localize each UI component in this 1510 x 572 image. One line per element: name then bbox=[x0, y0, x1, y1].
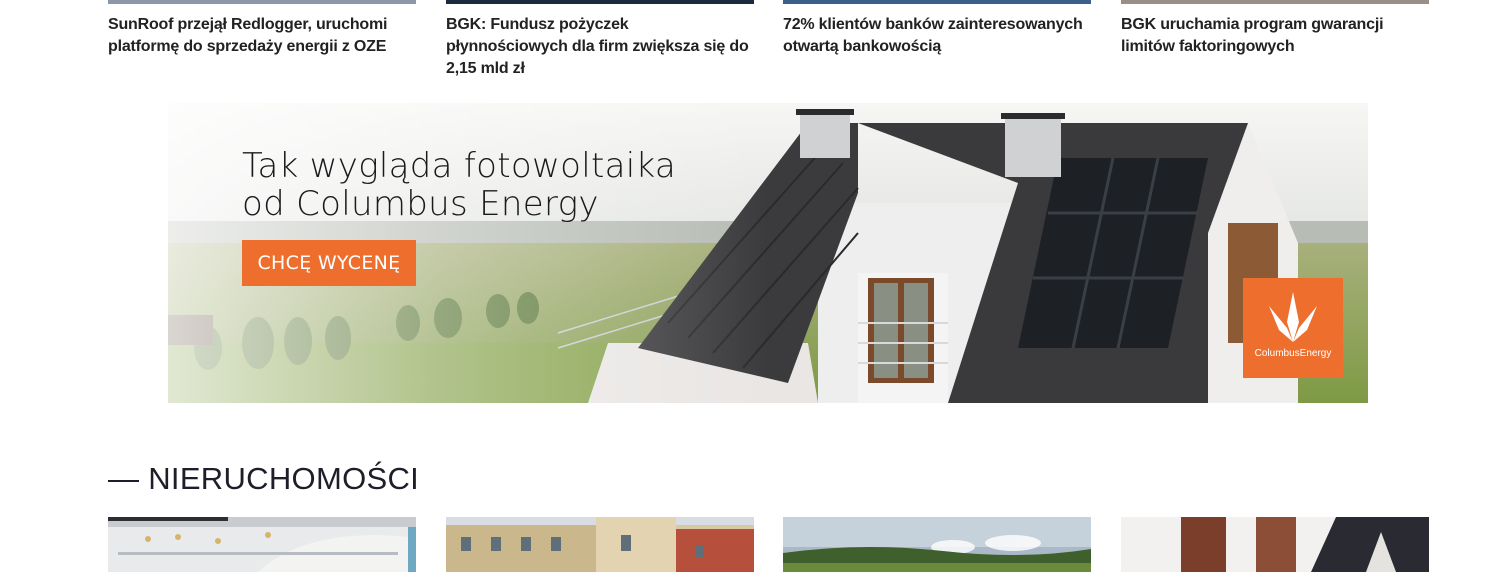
news-card[interactable]: BGK: Fundusz pożyczek płynnościowych dla… bbox=[446, 0, 754, 80]
news-title-link[interactable]: BGK: Fundusz pożyczek płynnościowych dla… bbox=[446, 14, 754, 80]
news-title-link[interactable]: SunRoof przejął Redlogger, uruchomi plat… bbox=[108, 14, 416, 58]
news-card[interactable]: SunRoof przejął Redlogger, uruchomi plat… bbox=[108, 0, 416, 58]
columbus-energy-logo-text: ColumbusEnergy bbox=[1254, 348, 1332, 359]
news-thumbnail[interactable] bbox=[783, 0, 1091, 4]
news-card[interactable]: 72% klientów banków zainteresowanych otw… bbox=[783, 0, 1091, 58]
article-thumbnail[interactable] bbox=[1121, 517, 1429, 572]
columbus-energy-logo-icon bbox=[1269, 292, 1317, 342]
article-thumbnail[interactable] bbox=[783, 517, 1091, 572]
mall-interior-photo bbox=[108, 517, 416, 572]
article-thumbnail[interactable] bbox=[108, 517, 416, 572]
business-person-photo bbox=[1121, 517, 1429, 572]
section-heading[interactable]: — NIERUCHOMOŚCI bbox=[108, 458, 419, 500]
news-title-link[interactable]: 72% klientów banków zainteresowanych otw… bbox=[783, 14, 1091, 58]
get-quote-button[interactable]: CHCĘ WYCENĘ bbox=[242, 240, 416, 286]
columbus-energy-ad-banner[interactable]: Tak wygląda fotowoltaika od Columbus Ene… bbox=[168, 103, 1368, 403]
news-thumbnail[interactable] bbox=[1121, 0, 1429, 4]
news-thumbnail[interactable] bbox=[446, 0, 754, 4]
old-town-buildings-photo bbox=[446, 517, 754, 572]
news-title-link[interactable]: BGK uruchamia program gwarancji limitów … bbox=[1121, 14, 1429, 58]
columbus-energy-logo: ColumbusEnergy bbox=[1243, 278, 1343, 378]
news-card[interactable]: BGK uruchamia program gwarancji limitów … bbox=[1121, 0, 1429, 58]
landscape-photo bbox=[783, 517, 1091, 572]
news-thumbnail[interactable] bbox=[108, 0, 416, 4]
article-thumbnail[interactable] bbox=[446, 517, 754, 572]
top-news-row: SunRoof przejął Redlogger, uruchomi plat… bbox=[108, 0, 1429, 77]
banner-headline: Tak wygląda fotowoltaika od Columbus Ene… bbox=[242, 146, 677, 224]
